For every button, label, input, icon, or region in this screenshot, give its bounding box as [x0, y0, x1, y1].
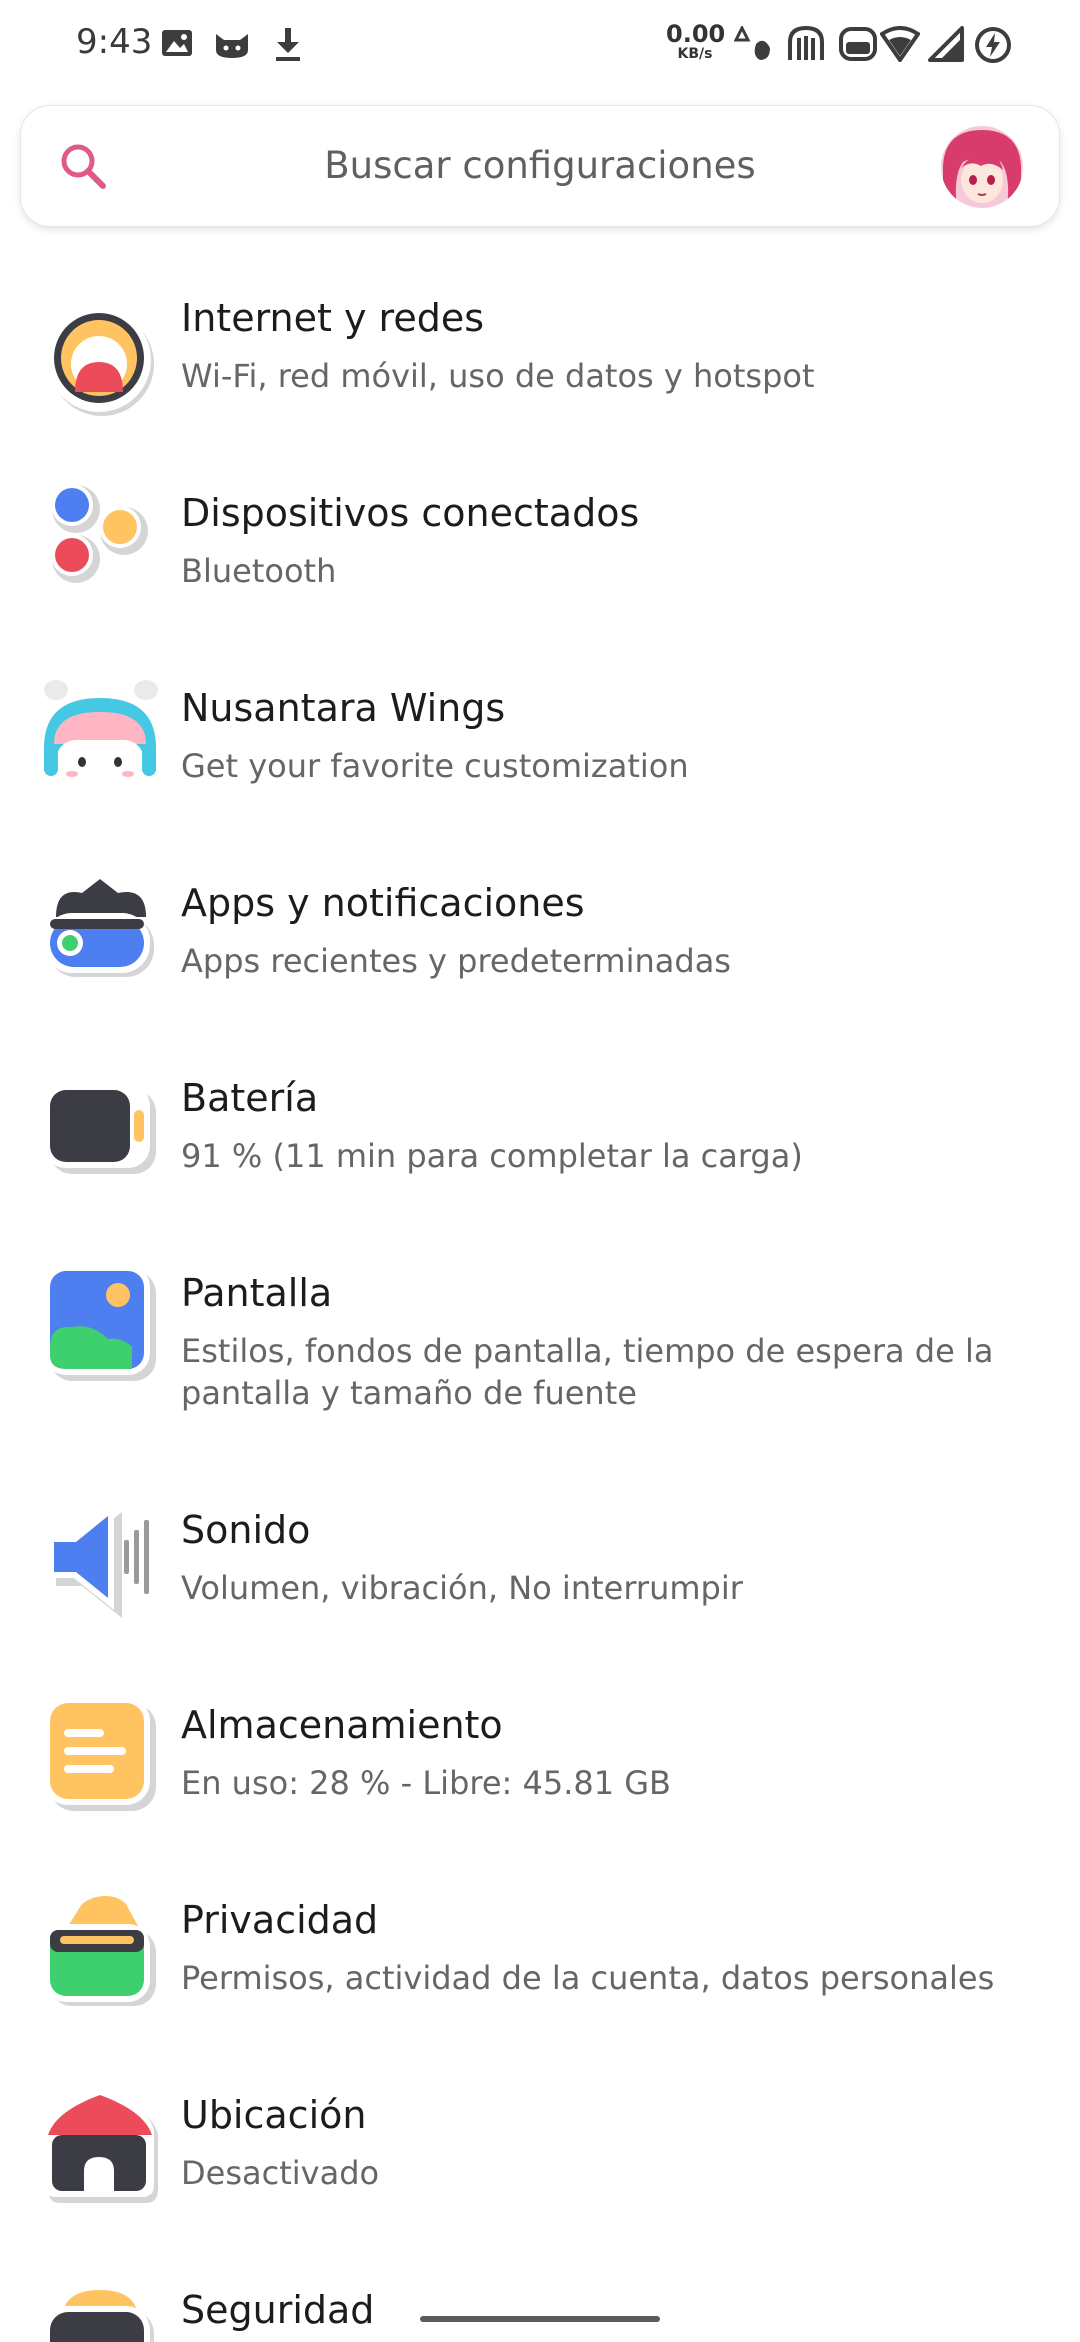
location-icon — [44, 2089, 158, 2203]
sound-icon — [48, 1504, 149, 1618]
network-speed-unit: KB/s — [677, 46, 713, 62]
data-icon — [734, 26, 770, 60]
settings-item-subtitle: Wi-Fi, red móvil, uso de datos y hotspot — [181, 357, 815, 395]
wifi-icon — [880, 26, 920, 62]
settings-item-title: Apps y notificaciones — [181, 881, 585, 925]
settings-item-title: Batería — [181, 1076, 319, 1120]
wings-icon — [44, 680, 158, 786]
signal-icon — [928, 26, 964, 62]
settings-item-subtitle: Apps recientes y predeterminadas — [181, 942, 731, 980]
settings-item-sound[interactable]: Sonido Volumen, vibración, No interrumpi… — [0, 1482, 1080, 1658]
network-icon — [47, 308, 154, 416]
settings-item-storage[interactable]: Almacenamiento En uso: 28 % - Libre: 45.… — [0, 1677, 1080, 1853]
profile-avatar-icon — [941, 126, 1023, 208]
settings-item-title: Sonido — [181, 1508, 311, 1552]
storage-icon — [44, 1697, 156, 1811]
battery-charging-icon — [975, 27, 1011, 63]
settings-item-title: Ubicación — [181, 2093, 367, 2137]
settings-item-title: Privacidad — [181, 1898, 379, 1942]
settings-item-battery[interactable]: Batería 91 % (11 min para completar la c… — [0, 1050, 1080, 1226]
security-icon — [44, 2290, 154, 2342]
settings-item-subtitle: 91 % (11 min para completar la carga) — [181, 1137, 803, 1175]
settings-item-title: Dispositivos conectados — [181, 491, 640, 535]
settings-item-nusantara-wings[interactable]: Nusantara Wings Get your favorite custom… — [0, 660, 1080, 836]
navigation-handle[interactable] — [420, 2316, 660, 2322]
settings-item-subtitle: Permisos, actividad de la cuenta, datos … — [181, 1959, 995, 1997]
settings-item-subtitle: Desactivado — [181, 2154, 380, 2192]
network-speed-value: 0.00 — [666, 20, 726, 48]
settings-item-subtitle: Bluetooth — [181, 552, 337, 590]
settings-item-title: Pantalla — [181, 1271, 333, 1315]
settings-item-title: Seguridad — [181, 2288, 375, 2332]
search-input[interactable]: Buscar configuraciones — [21, 144, 1059, 187]
download-icon — [276, 28, 300, 61]
cat-icon — [216, 34, 248, 58]
settings-item-title: Nusantara Wings — [181, 686, 506, 730]
settings-item-devices[interactable]: Dispositivos conectados Bluetooth — [0, 465, 1080, 641]
battery-icon — [44, 1084, 156, 1174]
image-icon — [162, 30, 192, 56]
display-icon — [44, 1265, 156, 1381]
vibrate-icon — [788, 26, 824, 60]
avatar[interactable] — [941, 126, 1023, 208]
mute-icon — [839, 27, 877, 61]
network-speed: 0.00 KB/s — [666, 20, 726, 62]
search-bar[interactable]: Buscar configuraciones — [20, 105, 1060, 227]
settings-item-security[interactable]: Seguridad — [0, 2262, 1080, 2342]
settings-item-display[interactable]: Pantalla Estilos, fondos de pantalla, ti… — [0, 1245, 1080, 1465]
settings-item-privacy[interactable]: Privacidad Permisos, actividad de la cue… — [0, 1872, 1080, 2048]
settings-item-subtitle: Estilos, fondos de pantalla, tiempo de e… — [181, 1332, 994, 1412]
settings-item-apps[interactable]: Apps y notificaciones Apps recientes y p… — [0, 855, 1080, 1031]
settings-item-subtitle: En uso: 28 % - Libre: 45.81 GB — [181, 1764, 671, 1802]
settings-item-subtitle: Volumen, vibración, No interrumpir — [181, 1569, 743, 1607]
apps-icon — [44, 879, 154, 977]
settings-item-location[interactable]: Ubicación Desactivado — [0, 2067, 1080, 2243]
settings-item-subtitle: Get your favorite customization — [181, 747, 689, 785]
settings-item-internet[interactable]: Internet y redes Wi-Fi, red móvil, uso d… — [0, 270, 1080, 446]
status-bar: 9:43 0.00 KB/s — [0, 0, 1080, 90]
devices-icon — [51, 484, 148, 583]
settings-item-title: Almacenamiento — [181, 1703, 503, 1747]
privacy-icon — [44, 1896, 156, 2006]
settings-item-title: Internet y redes — [181, 296, 484, 340]
status-time: 9:43 — [76, 22, 153, 62]
